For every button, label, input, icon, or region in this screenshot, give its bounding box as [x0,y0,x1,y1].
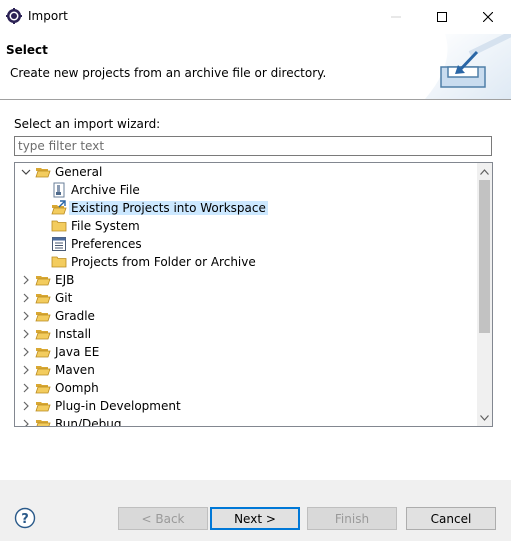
folder-icon [35,312,51,322]
wizard-banner: Select Create new projects from an archi… [0,34,511,99]
close-button[interactable] [465,0,511,34]
folder-icon [35,384,51,394]
wizard-tree[interactable]: General Archive File Existing Projects i… [14,162,493,427]
tree-item-label: Install [55,327,92,341]
tree-item-ejb[interactable]: EJB [15,271,477,289]
finish-button[interactable]: Finish [307,507,397,530]
chevron-right-icon[interactable] [20,346,32,358]
maximize-icon [437,12,447,22]
vertical-scrollbar[interactable] [477,163,492,426]
tree-item-label: Preferences [71,237,142,251]
chevron-right-icon[interactable] [20,364,32,376]
next-button[interactable]: Next > [210,507,300,530]
folder-icon [51,256,67,268]
import-tray-icon [425,34,511,99]
tree-item-label: EJB [55,273,75,287]
chevron-up-icon [480,168,489,175]
folder-icon [35,276,51,286]
tree-rows: General Archive File Existing Projects i… [15,163,477,426]
folder-icon [51,220,67,232]
folder-icon [36,420,51,426]
minimize-button[interactable] [373,0,419,34]
tree-item-install[interactable]: Install [15,325,477,343]
scroll-up-button[interactable] [477,163,492,180]
tree-item-run-debug[interactable]: Run/Debug [15,415,477,426]
tree-item-label: Archive File [71,183,140,197]
tree-item-label: Oomph [55,381,99,395]
tree-item-maven[interactable]: Maven [15,361,477,379]
chevron-right-icon[interactable] [20,328,32,340]
tree-item-projects-from-folder[interactable]: Projects from Folder or Archive [15,253,477,271]
tree-item-label: Projects from Folder or Archive [71,255,256,269]
archive-file-icon [53,182,65,198]
tree-item-label: Java EE [55,345,100,359]
tree-item-oomph[interactable]: Oomph [15,379,477,397]
folder-icon [35,330,51,340]
tree-item-label: File System [71,219,140,233]
folder-icon [35,294,51,304]
back-button[interactable]: < Back [118,507,208,530]
svg-text:?: ? [21,512,29,527]
folder-open-icon [35,168,51,178]
main-content: Select an import wizard: General Archive… [0,100,511,480]
tree-item-label: Existing Projects into Workspace [69,201,268,215]
tree-item-label: Gradle [55,309,95,323]
minimize-icon [391,16,401,18]
help-icon[interactable]: ? [14,507,36,529]
tree-item-label: Run/Debug [55,417,122,426]
close-icon [483,12,493,22]
folder-icon [35,402,51,412]
wizard-label: Select an import wizard: [14,117,161,131]
chevron-right-icon[interactable] [20,292,32,304]
tree-item-general[interactable]: General [15,163,477,181]
banner-title: Select [6,43,48,57]
tree-item-label: Plug-in Development [55,399,181,413]
tree-item-label: General [55,165,103,179]
button-bar: ? < Back Next > Finish Cancel [0,480,511,541]
tree-item-file-system[interactable]: File System [15,217,477,235]
tree-item-gradle[interactable]: Gradle [15,307,477,325]
chevron-right-icon[interactable] [20,400,32,412]
chevron-right-icon[interactable] [20,382,32,394]
chevron-down-icon[interactable] [20,166,32,178]
filter-input[interactable] [14,136,492,156]
tree-item-existing-projects[interactable]: Existing Projects into Workspace [15,199,477,217]
chevron-right-icon[interactable] [20,418,32,426]
eclipse-gear-icon [6,8,22,24]
tree-item-label: Maven [55,363,95,377]
tree-item-preferences[interactable]: Preferences [15,235,477,253]
tree-item-label: Git [55,291,73,305]
scroll-thumb[interactable] [479,180,490,333]
title-bar: Import [0,0,511,34]
window-title: Import [28,9,68,23]
tree-item-java-ee[interactable]: Java EE [15,343,477,361]
chevron-down-icon [480,414,489,421]
existing-projects-icon [51,200,67,215]
tree-item-plugin-development[interactable]: Plug-in Development [15,397,477,415]
banner-message: Create new projects from an archive file… [10,66,327,80]
cancel-button[interactable]: Cancel [406,507,496,530]
tree-item-git[interactable]: Git [15,289,477,307]
chevron-right-icon[interactable] [20,310,32,322]
preferences-icon [52,237,66,251]
tree-item-archive-file[interactable]: Archive File [15,181,477,199]
folder-icon [35,366,51,376]
chevron-right-icon[interactable] [20,274,32,286]
maximize-button[interactable] [419,0,465,34]
folder-icon [35,348,51,358]
scroll-down-button[interactable] [477,409,492,426]
